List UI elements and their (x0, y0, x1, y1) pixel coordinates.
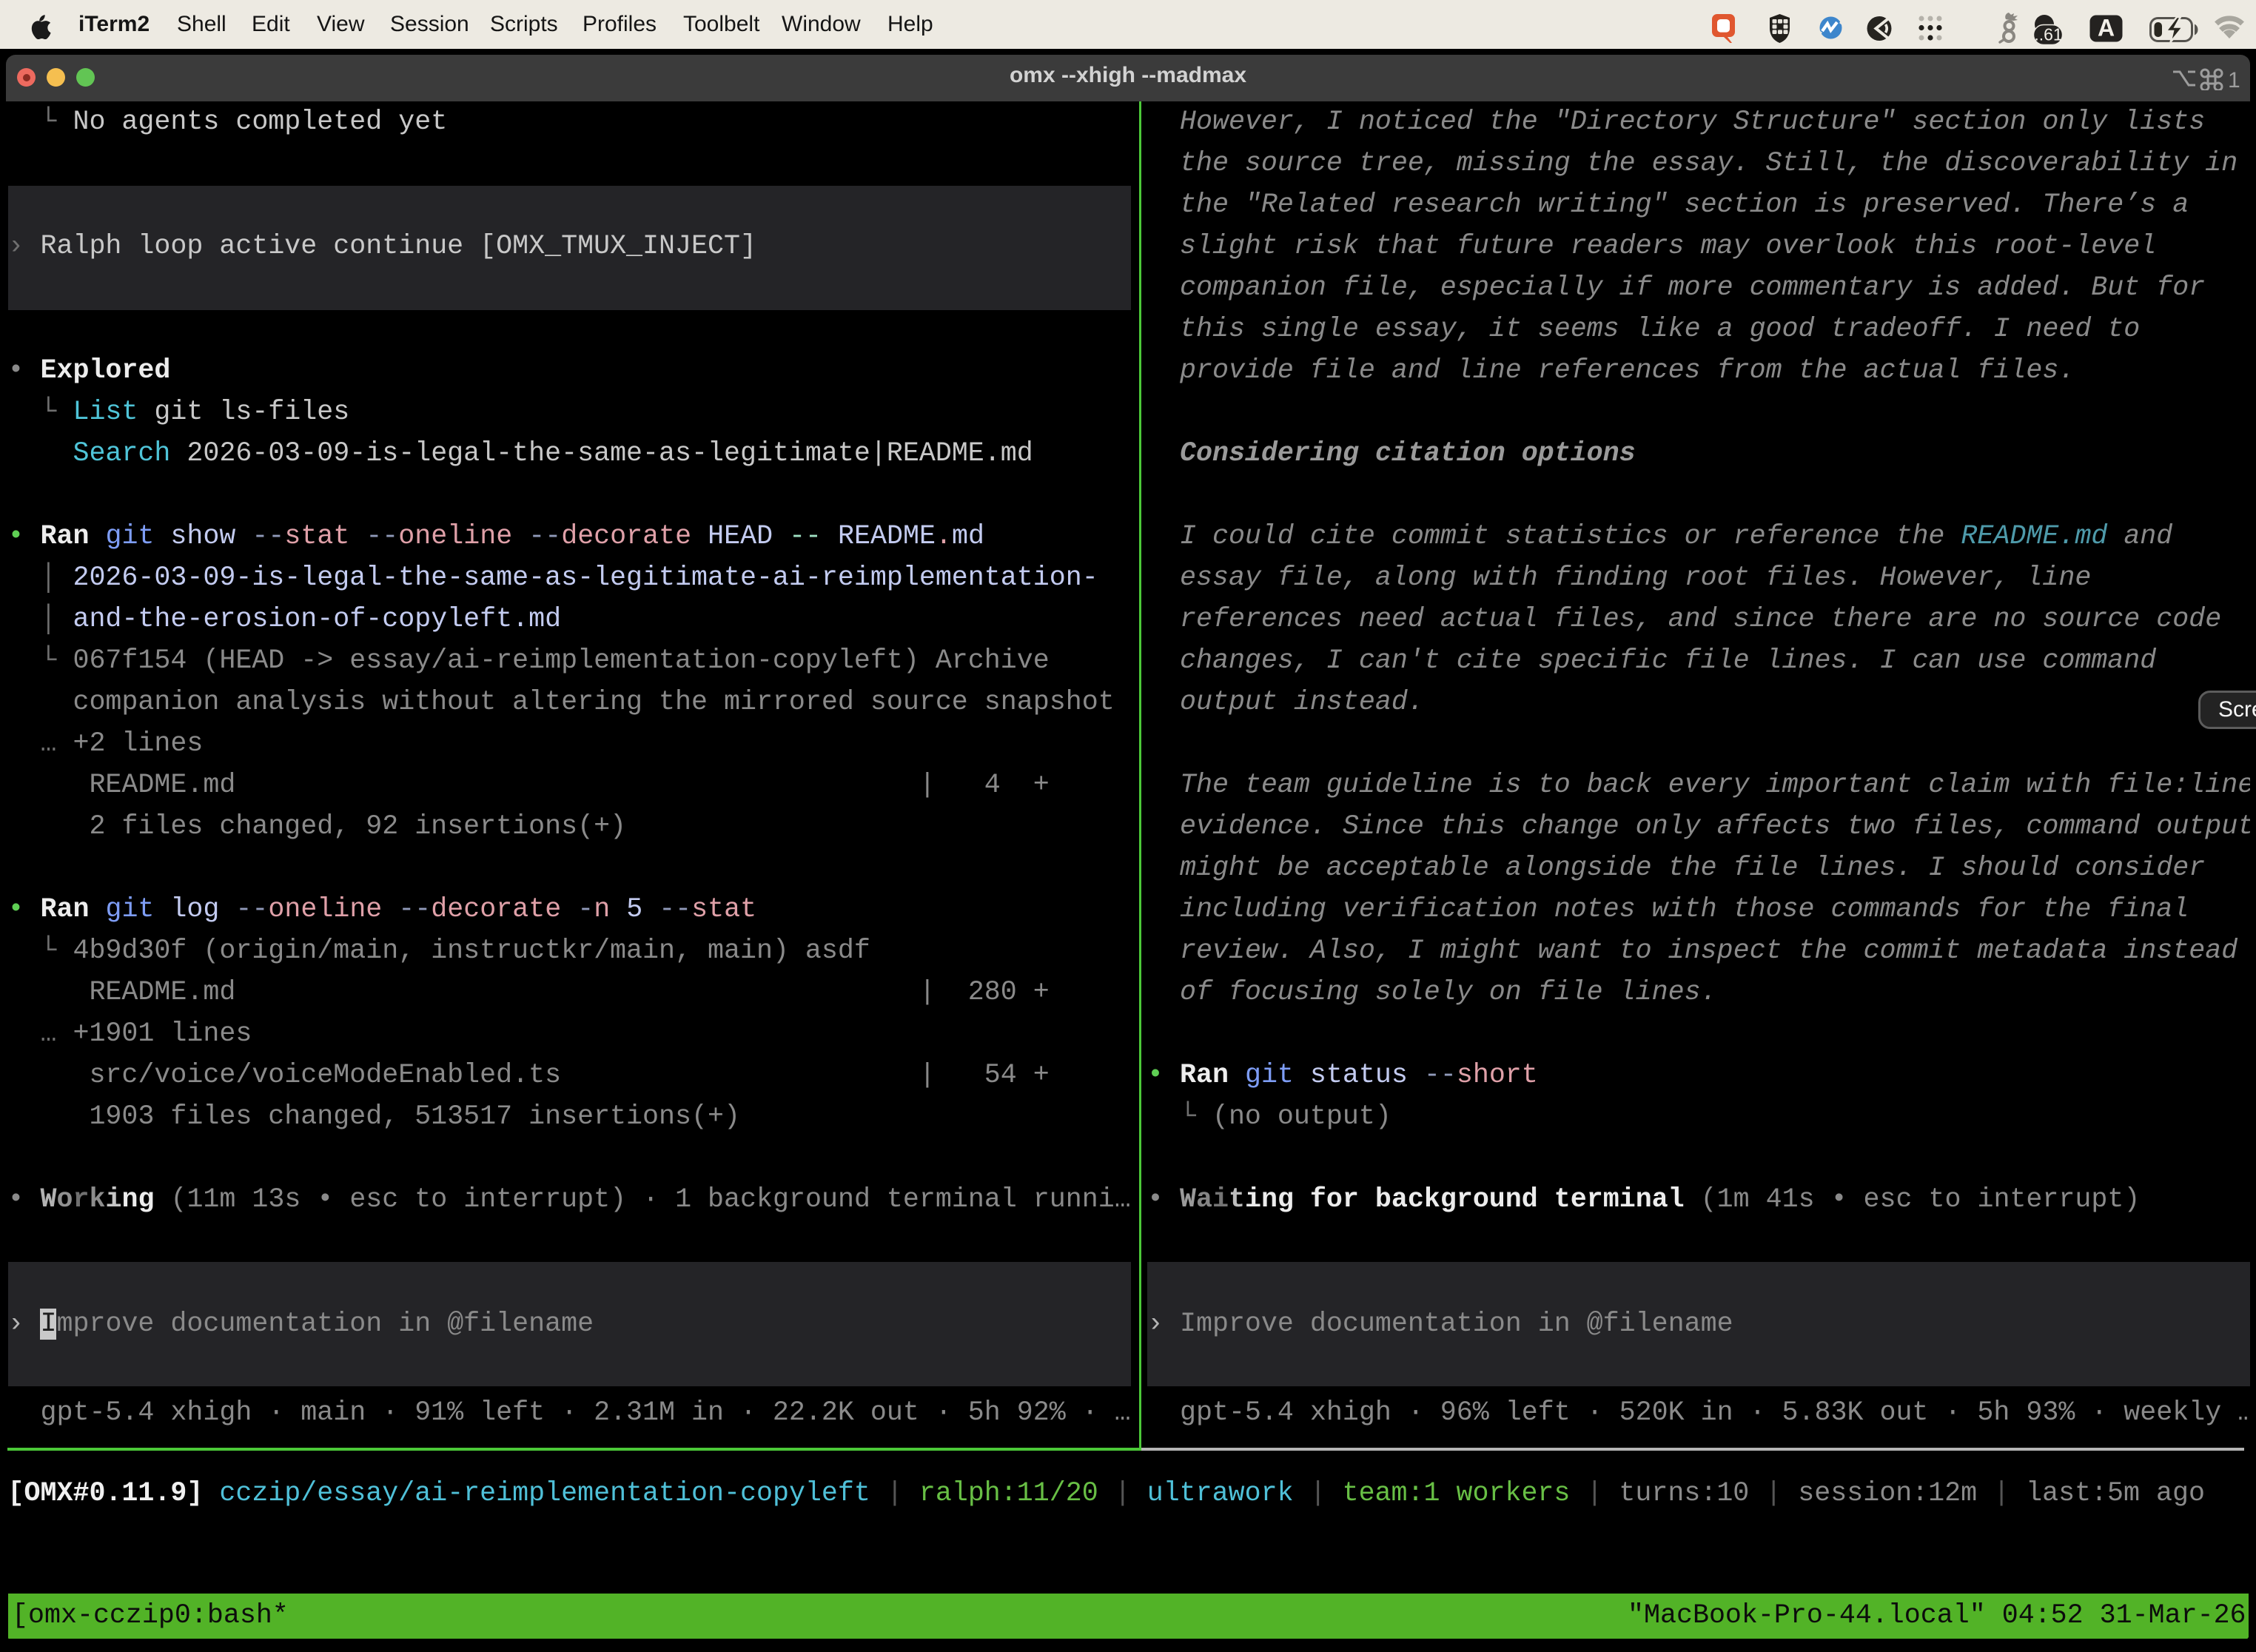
svg-text:A: A (2098, 15, 2115, 41)
svg-text:..61: ..61 (2034, 25, 2062, 44)
svg-text:1: 1 (2228, 68, 2240, 90)
